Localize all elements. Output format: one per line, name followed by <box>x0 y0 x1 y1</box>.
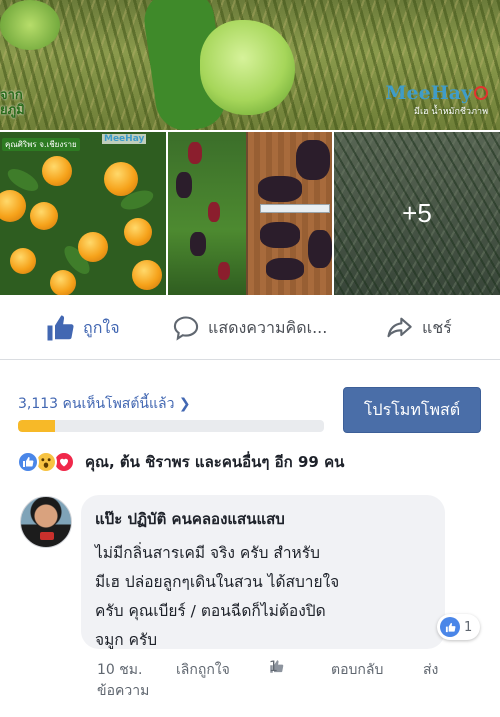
orange-fruit <box>132 260 162 290</box>
promote-post-button[interactable]: โปรโมทโพสต์ <box>343 387 481 433</box>
berry <box>208 202 220 222</box>
bush-image <box>168 132 246 295</box>
photo-caption-line: จาก <box>0 88 23 103</box>
comment-meta-like-count[interactable]: 1 <box>269 659 292 675</box>
thumbs-up-icon <box>47 315 74 341</box>
reactions-summary-text: คุณ, ต้น ชิราพร และคนอื่นๆ อีก 99 คน <box>85 453 345 471</box>
berry <box>260 222 300 248</box>
share-button[interactable]: แชร์ <box>384 312 452 344</box>
orange-fruit <box>104 162 138 196</box>
tile-logo: MeeHay <box>102 134 147 144</box>
send-message-link[interactable]: ส่ง <box>423 659 438 681</box>
like-reaction-icon <box>17 451 39 473</box>
fruit-image <box>0 0 60 50</box>
berry <box>296 140 330 180</box>
chevron-right-icon: ❯ <box>178 396 191 412</box>
reactions-summary[interactable]: คุณ, ต้น ชิราพร และคนอื่นๆ อีก 99 คน <box>17 448 344 476</box>
reach-progress-bar <box>18 420 324 432</box>
comment-author[interactable]: แป๊ะ ปฏิบัติ คนคลองแสนแสบ <box>95 507 431 531</box>
more-photos-overlay[interactable]: +5 <box>334 132 500 295</box>
tile-caption: คุณศิริพร จ.เชียงราย <box>2 138 80 151</box>
share-label: แชร์ <box>422 317 452 337</box>
post-reach-link[interactable]: 3,113 คนเห็นโพสต์นี้แล้ว ❯ <box>18 393 191 415</box>
brand-watermark: MeeHay มีเฮ น้ำหมักชีวภาพ <box>385 82 488 118</box>
comment-body: ไม่มีกลิ่นสารเคมี จริง ครับ สำหรับ มีเฮ … <box>95 544 340 649</box>
shirt-print <box>40 532 54 540</box>
photo-gallery: คุณศิริพร จ.เชียงราย MeeHay +5 <box>0 132 500 295</box>
post-action-bar: ถูกใจ แสดงความคิดเ... แชร์ <box>0 296 500 360</box>
berry <box>176 172 192 198</box>
meta-like-count-number: 1 <box>269 659 278 675</box>
orange-fruit <box>124 218 152 246</box>
comment-bubble-icon <box>173 316 199 341</box>
photo-caption-line: ยภูมิ <box>0 103 25 118</box>
like-button[interactable]: ถูกใจ <box>45 312 120 344</box>
commenter-avatar[interactable] <box>20 496 72 548</box>
comment-time: 10 ชม. <box>97 662 143 678</box>
berry <box>258 176 302 202</box>
berry <box>308 230 332 268</box>
like-reaction-icon <box>440 617 460 637</box>
orange-fruit <box>10 248 36 274</box>
brand-logo-mark-icon <box>474 86 488 100</box>
brand-logo: MeeHay <box>385 82 488 104</box>
post-photo-main[interactable]: จาก ยภูมิ MeeHay มีเฮ น้ำหมักชีวภาพ <box>0 0 500 130</box>
berry <box>188 142 202 164</box>
berry <box>218 262 230 280</box>
orange-fruit <box>30 202 58 230</box>
gallery-photo-mulberries[interactable] <box>168 132 332 295</box>
dragon-fruit-image <box>200 20 295 115</box>
comment-like-badge[interactable]: 1 <box>437 614 481 640</box>
post-reach-text: 3,113 คนเห็นโพสต์นี้แล้ว <box>18 396 175 412</box>
comment-label: แสดงความคิดเ... <box>208 317 328 337</box>
syringe-image <box>260 204 330 213</box>
orange-fruit <box>0 190 26 222</box>
send-message-link-continued[interactable]: ข้อความ <box>97 680 149 702</box>
brand-tagline: มีเฮ น้ำหมักชีวภาพ <box>414 107 488 117</box>
orange-fruit <box>50 270 76 295</box>
like-label: ถูกใจ <box>83 317 120 337</box>
reach-progress-fill <box>18 420 55 432</box>
reply-link[interactable]: ตอบกลับ <box>331 659 383 681</box>
orange-fruit <box>42 156 72 186</box>
berry <box>266 258 304 280</box>
orange-fruit <box>78 232 108 262</box>
comment-like-count: 1 <box>464 619 473 635</box>
comment-bubble[interactable]: แป๊ะ ปฏิบัติ คนคลองแสนแสบ ไม่มีกลิ่นสารเ… <box>81 495 445 649</box>
comment-button[interactable]: แสดงความคิดเ... <box>172 312 327 344</box>
gallery-photo-oranges[interactable]: คุณศิริพร จ.เชียงราย MeeHay <box>0 132 166 295</box>
unlike-link[interactable]: เลิกถูกใจ <box>176 659 230 681</box>
more-photos-count: +5 <box>402 198 432 228</box>
share-arrow-icon <box>387 317 412 338</box>
photo-caption-left: จาก ยภูมิ <box>0 88 25 118</box>
gallery-photo-pineapples[interactable]: +5 <box>334 132 500 295</box>
berry <box>190 232 206 256</box>
